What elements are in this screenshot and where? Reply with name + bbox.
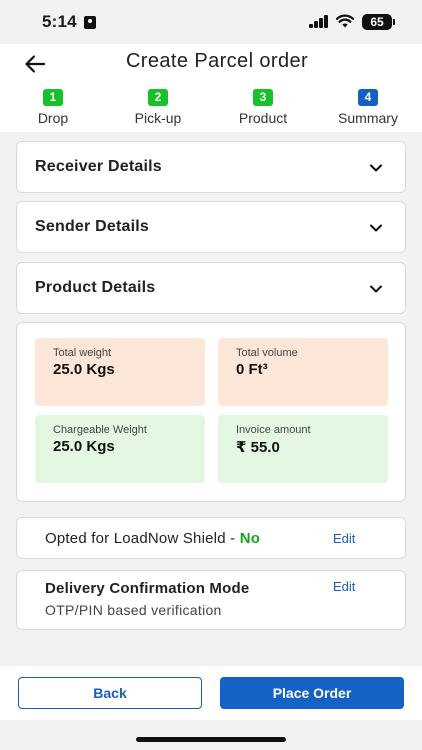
invoice-amount-tile: Invoice amount ₹ 55.0: [218, 415, 388, 483]
status-bar: 5:14 65: [0, 0, 422, 44]
product-details-accordion[interactable]: Product Details: [16, 262, 406, 314]
step-number: 2: [148, 89, 168, 106]
header: Create Parcel order 1 Drop 2 Pick-up 3 P…: [0, 44, 422, 132]
footer: Back Place Order: [0, 666, 422, 720]
step-label: Summary: [338, 110, 398, 126]
chevron-down-icon: [370, 285, 382, 293]
chevron-down-icon: [370, 164, 382, 172]
step-label: Pick-up: [134, 110, 182, 126]
step-number: 1: [43, 89, 63, 106]
delivery-mode-title: Delivery Confirmation Mode: [45, 580, 250, 597]
tile-value: 25.0 Kgs: [53, 361, 115, 378]
place-order-button[interactable]: Place Order: [220, 677, 404, 709]
step-label: Product: [238, 110, 288, 126]
tile-value: 25.0 Kgs: [53, 438, 115, 455]
back-button[interactable]: Back: [18, 677, 202, 709]
step-drop[interactable]: 1 Drop: [13, 88, 93, 126]
tile-label: Chargeable Weight: [53, 424, 147, 436]
accordion-title: Sender Details: [35, 218, 149, 235]
step-summary[interactable]: 4 Summary: [328, 88, 408, 126]
sender-details-accordion[interactable]: Sender Details: [16, 201, 406, 253]
status-time: 5:14: [42, 12, 77, 31]
step-number: 4: [358, 89, 378, 106]
shield-status: No: [239, 530, 261, 547]
tile-value: 0 Ft³: [236, 361, 268, 378]
order-summary-card: Total weight 25.0 Kgs Total volume 0 Ft³…: [16, 322, 406, 502]
chargeable-weight-tile: Chargeable Weight 25.0 Kgs: [35, 415, 205, 483]
delivery-mode-value: OTP/PIN based verification: [45, 602, 222, 618]
step-number: 3: [253, 89, 273, 106]
tile-value: ₹ 55.0: [236, 439, 280, 456]
edit-delivery-mode-link[interactable]: Edit: [333, 579, 355, 594]
battery-indicator: 65: [362, 14, 395, 30]
home-indicator: [136, 737, 286, 742]
accordion-title: Product Details: [35, 279, 156, 296]
tile-label: Invoice amount: [236, 424, 311, 436]
page-title: Create Parcel order: [125, 50, 309, 72]
receiver-details-accordion[interactable]: Receiver Details: [16, 141, 406, 193]
tile-label: Total weight: [53, 347, 112, 359]
wifi-icon: [336, 14, 354, 28]
step-product[interactable]: 3 Product: [223, 88, 303, 126]
shield-label: Opted for LoadNow Shield - No: [45, 530, 260, 547]
total-weight-tile: Total weight 25.0 Kgs: [35, 338, 205, 406]
edit-shield-link[interactable]: Edit: [333, 531, 355, 546]
step-label: Drop: [37, 110, 69, 126]
loadnow-shield-card: Opted for LoadNow Shield - No Edit: [16, 517, 406, 559]
shield-text: Opted for LoadNow Shield -: [45, 530, 240, 547]
contact-card-icon: [84, 16, 96, 29]
signal-icon: [309, 15, 329, 28]
delivery-mode-card: Delivery Confirmation Mode OTP/PIN based…: [16, 570, 406, 630]
accordion-title: Receiver Details: [35, 158, 162, 175]
step-pickup[interactable]: 2 Pick-up: [118, 88, 198, 126]
chevron-down-icon: [370, 224, 382, 232]
total-volume-tile: Total volume 0 Ft³: [218, 338, 388, 406]
tile-label: Total volume: [236, 347, 298, 359]
